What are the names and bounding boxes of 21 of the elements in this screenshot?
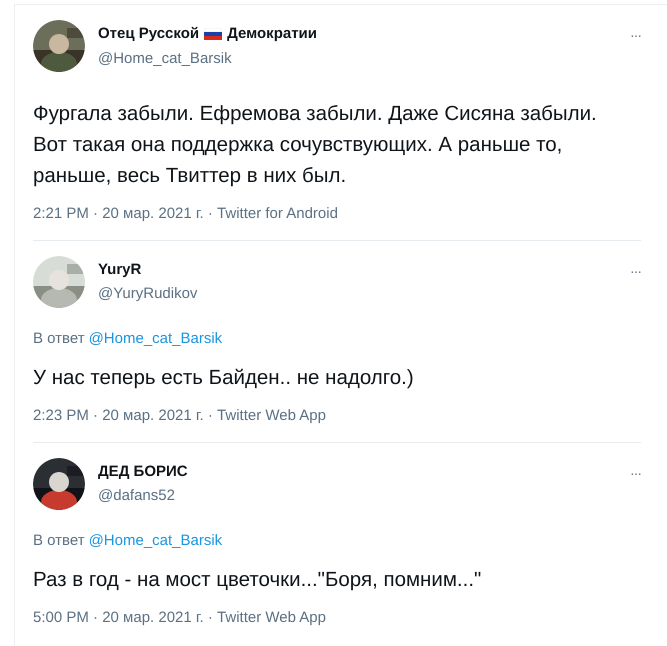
tweet-meta: 2:21 PM · 20 мар. 2021 г. · Twitter for Android: [33, 204, 339, 224]
user-name[interactable]: ДЕД БОРИС: [98, 460, 188, 483]
tweet-text: Раз в год - на мост цветочки..."Боря, помним...": [33, 567, 482, 593]
user-handle[interactable]: @Home_cat_Barsik: [98, 48, 630, 70]
tweet-meta: 2:23 PM · 20 мар. 2021 г. · Twitter Web App: [33, 406, 327, 426]
user-handle[interactable]: @dafans52: [98, 485, 630, 508]
reply-label: В ответ: [33, 530, 85, 550]
more-button[interactable]: ···: [630, 466, 641, 480]
more-button[interactable]: ···: [630, 28, 641, 42]
flag-icon: [204, 28, 222, 40]
tweet-text: Фургала забыли. Ефремова забыли. Даже Сисяна забыли. Вот такая она поддержка сочувствующих. А раньше то, раньше, весь Твиттер в них был.: [33, 101, 598, 189]
user-name[interactable]: Отец Русской: [98, 23, 200, 46]
mention-link[interactable]: @Home_cat_Barsik: [88, 530, 222, 552]
user-name[interactable]: YuryR: [98, 258, 142, 281]
reply-label: В ответ: [33, 328, 85, 348]
tweet-meta: 5:00 PM · 20 мар. 2021 г. · Twitter Web App: [33, 608, 327, 628]
user-handle[interactable]: @YuryRudikov: [98, 283, 630, 306]
user-name[interactable]: Демократии: [227, 23, 317, 46]
more-button[interactable]: ···: [630, 264, 641, 278]
mention-link[interactable]: @Home_cat_Barsik: [88, 328, 222, 350]
tweet-text: У нас теперь есть Байден.. не надолго.): [33, 365, 415, 391]
